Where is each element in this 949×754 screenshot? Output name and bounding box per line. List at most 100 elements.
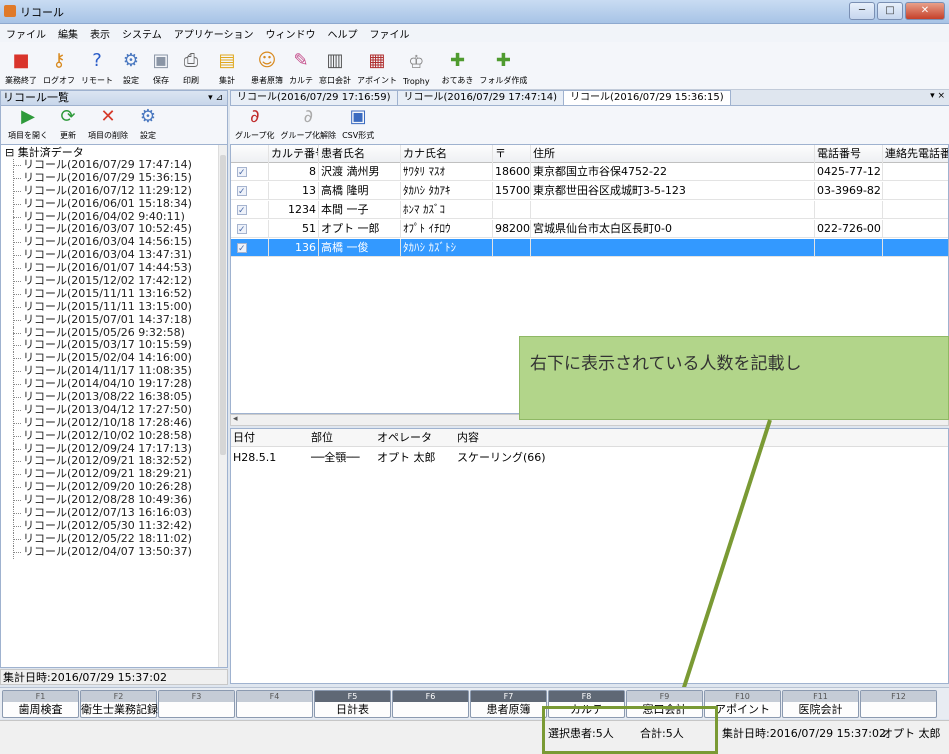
column-header[interactable]: 住所: [531, 145, 815, 163]
column-header[interactable]: カルテ番号: [269, 145, 319, 163]
row-checkbox-cell[interactable]: [231, 239, 269, 257]
column-header[interactable]: 電話番号: [815, 145, 883, 163]
checkbox[interactable]: [237, 164, 247, 181]
left-button-3[interactable]: ⚙ 設定: [133, 106, 163, 144]
toolbar-button-11[interactable]: ♔ Trophy: [400, 42, 433, 89]
toolbar-button-3[interactable]: ⚙ 設定: [116, 42, 146, 89]
row-checkbox-cell[interactable]: [231, 201, 269, 219]
tree-item[interactable]: リコール(2015/12/02 17:42:12): [1, 274, 227, 288]
cell-text: 15700: [495, 184, 530, 197]
function-key-f4[interactable]: F4: [236, 690, 313, 718]
close-button[interactable]: ✕: [905, 2, 945, 20]
maximize-button[interactable]: □: [877, 2, 903, 20]
tab-1[interactable]: リコール(2016/07/29 17:47:14): [396, 90, 565, 105]
callout-text: 右下に表示されている人数を記載し: [530, 354, 802, 374]
scroll-thumb[interactable]: [220, 155, 226, 455]
delete-icon: ✕: [100, 106, 116, 127]
left-button-0[interactable]: ▶ 項目を開く: [5, 106, 51, 144]
column-header[interactable]: 〒: [493, 145, 531, 163]
table-row[interactable]: 8 沢渡 満州男 ｻﾜﾀﾘ ﾏｽｵ 18600東京都国立市谷保4752-22 0425-…: [231, 163, 948, 181]
tree-item[interactable]: リコール(2012/05/22 18:11:02): [1, 532, 227, 546]
folder-icon: ✚: [495, 49, 511, 71]
table-row[interactable]: 136 高橋 一俊 ﾀｶﾊｼ ｶｽﾞﾄｼ: [231, 239, 948, 257]
column-header[interactable]: [231, 145, 269, 163]
detail-column-header[interactable]: オペレータ: [377, 429, 432, 447]
tab-0[interactable]: リコール(2016/07/29 17:16:59): [230, 90, 398, 105]
row-checkbox-cell[interactable]: [231, 163, 269, 181]
minimize-button[interactable]: ─: [849, 2, 875, 20]
tree-scrollbar[interactable]: [218, 145, 227, 667]
table-row[interactable]: 1234 本間 一子 ﾎﾝﾏ ｶｽﾞｺ: [231, 201, 948, 219]
table-row[interactable]: 51 オプト 一郎 ｵﾌﾟﾄ ｲﾁﾛｳ 98200宮城県仙台市太白区長町0-0 022-…: [231, 220, 948, 238]
function-key-f3[interactable]: F3: [158, 690, 235, 718]
checkbox[interactable]: [237, 202, 247, 219]
toolbar-button-10[interactable]: ▦ アポイント: [354, 42, 400, 89]
function-key-f12[interactable]: F12: [860, 690, 937, 718]
detail-column-header[interactable]: 内容: [457, 429, 479, 447]
scroll-left-icon[interactable]: ◂: [233, 414, 238, 424]
checkbox[interactable]: [237, 221, 247, 238]
menu-item-0[interactable]: ファイル: [6, 26, 46, 41]
tree-item[interactable]: リコール(2013/08/22 16:38:05): [1, 390, 227, 404]
left-button-2[interactable]: ✕ 項目の削除: [85, 106, 131, 144]
table-row[interactable]: 13 高橋 隆明 ﾀｶﾊｼ ﾀｶｱｷ 15700東京都世田谷区成城町3-5-123 03…: [231, 182, 948, 200]
checkbox[interactable]: [237, 240, 247, 257]
detail-cell: スケーリング(66): [457, 451, 546, 464]
toolbar-button-4[interactable]: ▣ 保存: [146, 42, 176, 89]
tree-item[interactable]: リコール(2016/07/29 15:36:15): [1, 171, 227, 185]
detail-column-header[interactable]: 部位: [311, 429, 333, 447]
tree-item[interactable]: リコール(2016/07/29 17:47:14): [1, 158, 227, 172]
tree-item[interactable]: リコール(2013/04/12 17:27:50): [1, 403, 227, 417]
column-header[interactable]: 連絡先電話番号: [883, 145, 948, 163]
function-key-f7[interactable]: F7 患者原簿: [470, 690, 547, 718]
detail-column-header[interactable]: 日付: [233, 429, 255, 447]
row-checkbox-cell[interactable]: [231, 220, 269, 238]
tree-item[interactable]: リコール(2012/07/13 16:16:03): [1, 506, 227, 520]
toolbar-button-13[interactable]: ✚ フォルダ作成: [476, 42, 530, 89]
tree-root[interactable]: ⊟ 集計済データ: [1, 145, 227, 159]
menu-item-3[interactable]: システム: [122, 26, 162, 41]
right-button-0[interactable]: ∂ グループ化: [232, 106, 278, 144]
tree-item[interactable]: リコール(2012/10/02 10:28:58): [1, 429, 227, 443]
column-header[interactable]: 患者氏名: [319, 145, 401, 163]
tree-item[interactable]: リコール(2012/04/07 13:50:37): [1, 545, 227, 559]
tree-item[interactable]: リコール(2015/11/11 13:15:00): [1, 300, 227, 314]
tab-menu-icon[interactable]: ▾ ×: [930, 91, 945, 101]
pin-icon[interactable]: ▾ ⊿: [208, 91, 223, 105]
menu-item-7[interactable]: ファイル: [370, 26, 410, 41]
column-header[interactable]: カナ氏名: [401, 145, 493, 163]
menu-item-1[interactable]: 編集: [58, 26, 78, 41]
right-button-2[interactable]: ▣ CSV形式: [339, 106, 377, 144]
function-key-f6[interactable]: F6: [392, 690, 469, 718]
checkbox[interactable]: [237, 183, 247, 200]
menu-item-6[interactable]: ヘルプ: [328, 26, 358, 41]
left-button-1[interactable]: ⟳ 更新: [53, 106, 83, 144]
tree-item[interactable]: リコール(2012/10/18 17:28:46): [1, 416, 227, 430]
function-key-f5[interactable]: F5 日計表: [314, 690, 391, 718]
table-cell: 東京都世田谷区成城町3-5-123: [531, 182, 815, 200]
toolbar-button-12[interactable]: ✚ おてあき: [439, 42, 477, 89]
right-button-1[interactable]: ∂ グループ化解除: [278, 106, 340, 144]
toolbar-button-2[interactable]: ? リモート: [78, 42, 116, 89]
tree-item[interactable]: リコール(2015/07/01 14:37:18): [1, 313, 227, 327]
tree-item[interactable]: リコール(2015/11/11 13:16:52): [1, 287, 227, 301]
toolbar-button-8[interactable]: ✎ カルテ: [286, 42, 316, 89]
toolbar-button-7[interactable]: ☺ 患者原簿: [248, 42, 286, 89]
menu-item-4[interactable]: アプリケーション: [174, 26, 254, 41]
toolbar-button-5[interactable]: ⎙ 印刷: [176, 42, 206, 89]
tree-item[interactable]: リコール(2016/07/12 11:29:12): [1, 184, 227, 198]
cell-text: ﾀｶﾊｼ ﾀｶｱｷ: [403, 184, 451, 197]
menu-item-5[interactable]: ウィンドウ: [266, 26, 316, 41]
toolbar-button-0[interactable]: ■ 業務終了: [2, 42, 40, 89]
function-key-f2[interactable]: F2 衛生士業務記録: [80, 690, 158, 718]
function-key-f1[interactable]: F1 歯周検査: [2, 690, 79, 718]
row-checkbox-cell[interactable]: [231, 182, 269, 200]
tree-item[interactable]: リコール(2012/05/30 11:32:42): [1, 519, 227, 533]
tree-item[interactable]: リコール(2016/06/01 15:18:34): [1, 197, 227, 211]
menu-item-2[interactable]: 表示: [90, 26, 110, 41]
toolbar-button-1[interactable]: ⚷ ログオフ: [40, 42, 78, 89]
toolbar-button-6[interactable]: ▤ 集計: [212, 42, 242, 89]
tab-2[interactable]: リコール(2016/07/29 15:36:15): [563, 90, 731, 105]
toolbar-button-9[interactable]: ▥ 窓口会計: [316, 42, 354, 89]
function-key-f11[interactable]: F11 医院会計: [782, 690, 859, 718]
